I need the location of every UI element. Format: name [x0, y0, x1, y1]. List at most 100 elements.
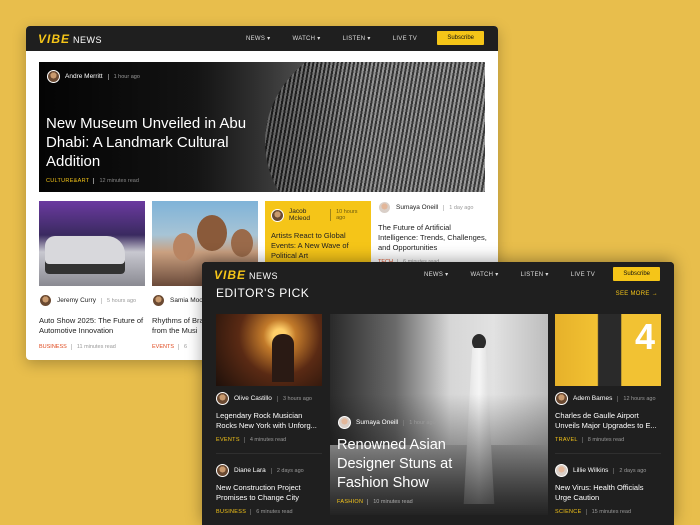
- article-card[interactable]: Olive Castillo 3 hours ago Legendary Roc…: [216, 314, 322, 443]
- chevron-down-icon: ▾: [317, 36, 321, 42]
- chevron-down-icon: ▾: [545, 272, 549, 278]
- section-title: EDITOR'S PICK: [216, 286, 310, 300]
- article-card[interactable]: Lillie Wilkins 2 days ago New Virus: Hea…: [555, 453, 661, 515]
- top-nav: VIBE NEWS NEWS ▾ WATCH ▾ LISTEN ▾ LIVE T…: [202, 262, 674, 287]
- avatar: [47, 70, 60, 83]
- nav-menu: NEWS ▾ WATCH ▾ LISTEN ▾ LIVE TV: [246, 26, 417, 51]
- article-card[interactable]: Sumaya Oneill 1 day ago The Future of Ar…: [378, 201, 488, 265]
- author-name[interactable]: Olive Castillo: [234, 395, 272, 402]
- post-time: 1 day ago: [443, 204, 473, 211]
- category-tag[interactable]: CULTURE&ART: [46, 178, 89, 184]
- article-card[interactable]: 4 Adem Barnes 12 hours ago Charles de Ga…: [555, 314, 661, 443]
- post-time: 1 hour ago: [403, 419, 436, 426]
- read-time: 6: [178, 344, 187, 350]
- author-name[interactable]: Andre Merritt: [65, 73, 103, 80]
- read-time: 8 minutes read: [581, 437, 624, 443]
- author-name[interactable]: Jacob Mcleod: [289, 208, 325, 222]
- card-meta: BUSINESS 11 minutes read: [39, 344, 145, 350]
- nav-label: NEWS: [246, 36, 266, 42]
- author-name[interactable]: Diane Lara: [234, 467, 266, 474]
- hero-title[interactable]: Renowned Asian Designer Stuns at Fashion…: [337, 436, 507, 493]
- hero-author: Andre Merritt 1 hour ago: [47, 70, 140, 83]
- card-author: Jeremy Curry 5 hours ago: [39, 294, 145, 307]
- category-tag[interactable]: BUSINESS: [216, 509, 246, 515]
- category-tag[interactable]: TRAVEL: [555, 437, 578, 443]
- article-title[interactable]: New Construction Project Promises to Cha…: [216, 483, 322, 503]
- category-tag[interactable]: EVENTS: [152, 344, 174, 350]
- chevron-down-icon: ▾: [445, 272, 449, 278]
- read-time: 6 minutes read: [250, 509, 293, 515]
- hero-title[interactable]: New Museum Unveiled in Abu Dhabi: A Land…: [46, 114, 256, 171]
- nav-item-live-tv[interactable]: LIVE TV: [571, 272, 595, 278]
- post-time: 5 hours ago: [101, 297, 136, 304]
- nav-label: WATCH: [470, 272, 494, 278]
- editor-pick-hero[interactable]: Sumaya Oneill 1 hour ago Renowned Asian …: [330, 314, 548, 515]
- hero-article[interactable]: Andre Merritt 1 hour ago New Museum Unve…: [39, 62, 485, 192]
- category-tag[interactable]: EVENTS: [216, 437, 240, 443]
- card-meta: BUSINESS 6 minutes read: [216, 509, 322, 515]
- nav-item-news[interactable]: NEWS ▾: [424, 271, 448, 278]
- article-card[interactable]: Jeremy Curry 5 hours ago Auto Show 2025:…: [39, 201, 145, 350]
- article-title[interactable]: Artists React to Global Events: A New Wa…: [271, 231, 365, 261]
- avatar: [216, 464, 229, 477]
- article-title[interactable]: New Virus: Health Officials Urge Caution: [555, 483, 661, 503]
- category-tag[interactable]: FASHION: [337, 499, 363, 505]
- nav-label: LISTEN: [520, 272, 544, 278]
- article-thumbnail: [39, 201, 145, 286]
- nav-label: WATCH: [292, 36, 316, 42]
- article-card[interactable]: Diane Lara 2 days ago New Construction P…: [216, 453, 322, 515]
- nav-label: NEWS: [424, 272, 444, 278]
- card-author: Jacob Mcleod 10 hours ago: [271, 208, 365, 222]
- hero-author: Sumaya Oneill 1 hour ago: [338, 416, 436, 429]
- editor-pick-left-column: Olive Castillo 3 hours ago Legendary Roc…: [216, 314, 322, 515]
- author-name[interactable]: Sumaya Oneill: [356, 419, 398, 426]
- nav-item-listen[interactable]: LISTEN ▾: [521, 271, 549, 278]
- hero-meta: FASHION 10 minutes read: [337, 499, 413, 505]
- author-name[interactable]: Jeremy Curry: [57, 297, 96, 304]
- thumbnail-sign-text: 4: [634, 316, 655, 357]
- see-more-link[interactable]: SEE MORE →: [616, 291, 658, 297]
- card-author: Adem Barnes 12 hours ago: [555, 392, 661, 405]
- logo-news: NEWS: [73, 34, 103, 45]
- avatar: [216, 392, 229, 405]
- nav-item-watch[interactable]: WATCH ▾: [470, 271, 498, 278]
- article-title[interactable]: Auto Show 2025: The Future of Automotive…: [39, 316, 145, 336]
- avatar: [555, 464, 568, 477]
- card-author: Lillie Wilkins 2 days ago: [555, 464, 661, 477]
- category-tag[interactable]: SCIENCE: [555, 509, 582, 515]
- card-author: Diane Lara 2 days ago: [216, 464, 322, 477]
- nav-item-news[interactable]: NEWS ▾: [246, 35, 270, 42]
- avatar: [152, 294, 165, 307]
- see-more-label: SEE MORE: [615, 291, 650, 297]
- subscribe-button[interactable]: Subscribe: [437, 31, 484, 45]
- author-name[interactable]: Samia Moor: [170, 297, 205, 304]
- post-time: 10 hours ago: [330, 209, 365, 221]
- nav-menu: NEWS ▾ WATCH ▾ LISTEN ▾ LIVE TV: [424, 262, 595, 287]
- site-logo[interactable]: VIBE NEWS: [214, 268, 278, 282]
- category-tag[interactable]: BUSINESS: [39, 344, 67, 350]
- nav-item-live-tv[interactable]: LIVE TV: [393, 36, 417, 42]
- article-title[interactable]: The Future of Artificial Intelligence: T…: [378, 223, 488, 253]
- nav-label: LISTEN: [342, 36, 366, 42]
- site-logo[interactable]: VIBE NEWS: [38, 32, 102, 46]
- nav-item-watch[interactable]: WATCH ▾: [292, 35, 320, 42]
- avatar: [39, 294, 52, 307]
- figure-head: [472, 334, 486, 350]
- read-time: 10 minutes read: [367, 499, 413, 505]
- nav-item-listen[interactable]: LISTEN ▾: [343, 35, 371, 42]
- post-time: 2 days ago: [270, 467, 304, 474]
- article-title[interactable]: Charles de Gaulle Airport Unveils Major …: [555, 411, 661, 431]
- chevron-down-icon: ▾: [367, 36, 371, 42]
- article-title[interactable]: Legendary Rock Musician Rocks New York w…: [216, 411, 322, 431]
- logo-vibe: VIBE: [214, 267, 247, 282]
- top-nav: VIBE NEWS NEWS ▾ WATCH ▾ LISTEN ▾ LIVE T…: [26, 26, 498, 51]
- hero-meta: CULTURE&ART 12 minutes read: [46, 178, 139, 184]
- subscribe-button[interactable]: Subscribe: [613, 267, 660, 281]
- avatar: [271, 208, 284, 222]
- author-name[interactable]: Adem Barnes: [573, 395, 612, 402]
- author-name[interactable]: Sumaya Oneill: [396, 204, 438, 211]
- article-thumbnail: 4: [555, 314, 661, 386]
- author-name[interactable]: Lillie Wilkins: [573, 467, 608, 474]
- read-time: 11 minutes read: [70, 344, 116, 350]
- article-thumbnail: [216, 314, 322, 386]
